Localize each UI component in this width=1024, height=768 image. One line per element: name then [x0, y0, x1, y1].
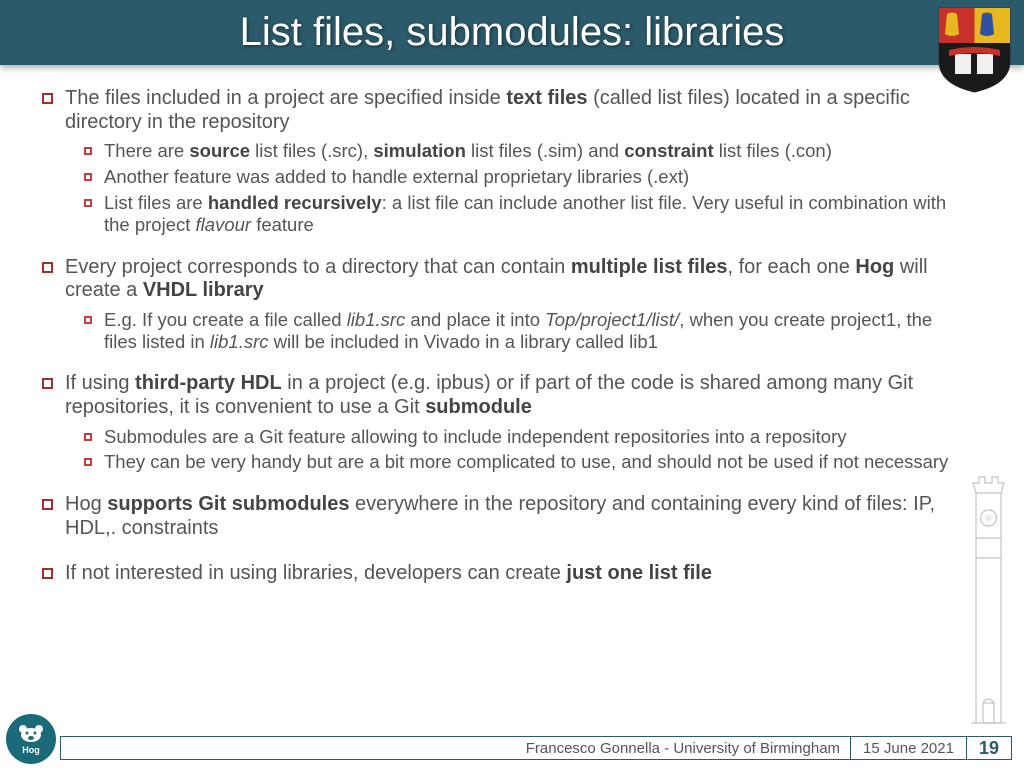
bullet-text: Another feature was added to handle exte…: [104, 166, 689, 188]
slide-content: The files included in a project are spec…: [0, 65, 1024, 586]
bullet-marker-icon: [84, 172, 92, 188]
footer-page-number: 19: [966, 737, 1011, 759]
bullet-marker-icon: [42, 91, 53, 134]
bullet-marker-icon: [84, 198, 92, 236]
slide-footer: Francesco Gonnella - University of Birmi…: [60, 736, 1012, 760]
bullet-text: If not interested in using libraries, de…: [65, 562, 712, 586]
bullet-item: If using third-party HDL in a project (e…: [42, 372, 969, 419]
bullet-text: List files are handled recursively: a li…: [104, 192, 969, 236]
hog-logo-label: Hog: [22, 745, 40, 755]
bullet-text: If using third-party HDL in a project (e…: [65, 372, 969, 419]
slide-header: List files, submodules: libraries: [0, 0, 1024, 65]
footer-date: 15 June 2021: [850, 737, 966, 759]
bullet-item: If not interested in using libraries, de…: [42, 562, 969, 586]
bullet-sub-item: They can be very handy but are a bit mor…: [84, 451, 969, 473]
footer-author: Francesco Gonnella - University of Birmi…: [61, 740, 850, 757]
bullet-marker-icon: [42, 497, 53, 540]
bullet-item: The files included in a project are spec…: [42, 87, 969, 134]
bullet-marker-icon: [42, 260, 53, 303]
bullet-sub-item: Another feature was added to handle exte…: [84, 166, 969, 188]
bullet-item: Every project corresponds to a directory…: [42, 256, 969, 303]
bullet-marker-icon: [84, 432, 92, 448]
bullet-text: The files included in a project are spec…: [65, 87, 969, 134]
bullet-marker-icon: [84, 457, 92, 473]
bullet-text: Submodules are a Git feature allowing to…: [104, 426, 847, 448]
bullet-text: There are source list files (.src), simu…: [104, 140, 832, 162]
bullet-text: Every project corresponds to a directory…: [65, 256, 969, 303]
bullet-sub-item: E.g. If you create a file called lib1.sr…: [84, 309, 969, 353]
hog-logo-icon: Hog: [6, 714, 56, 764]
bullet-sub-item: Submodules are a Git feature allowing to…: [84, 426, 969, 448]
tower-decoration-icon: [961, 463, 1016, 733]
bullet-marker-icon: [42, 566, 53, 586]
bullet-text: Hog supports Git submodules everywhere i…: [65, 493, 969, 540]
bullet-marker-icon: [84, 146, 92, 162]
bullet-marker-icon: [42, 376, 53, 419]
bullet-text: They can be very handy but are a bit mor…: [104, 451, 948, 473]
bullet-sub-item: List files are handled recursively: a li…: [84, 192, 969, 236]
bullet-sub-item: There are source list files (.src), simu…: [84, 140, 969, 162]
bullet-item: Hog supports Git submodules everywhere i…: [42, 493, 969, 540]
university-crest: [937, 6, 1012, 94]
slide-title: List files, submodules: libraries: [240, 10, 785, 55]
bullet-text: E.g. If you create a file called lib1.sr…: [104, 309, 969, 353]
bullet-marker-icon: [84, 315, 92, 353]
